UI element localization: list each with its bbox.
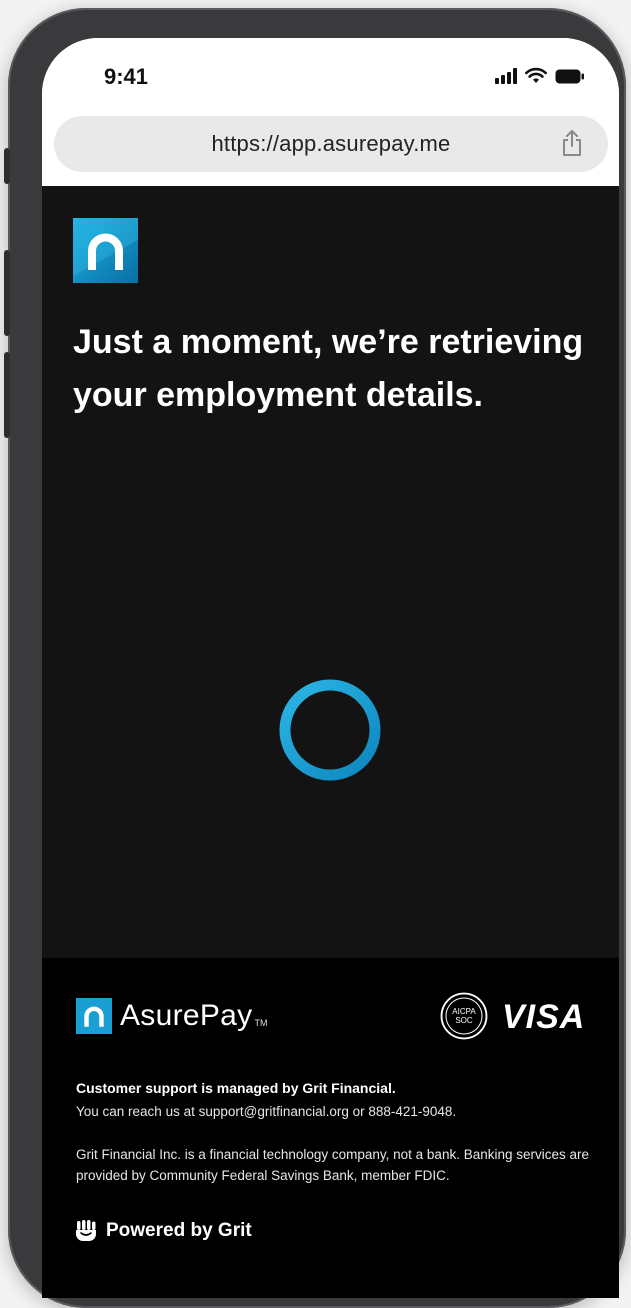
phone-action-button (4, 148, 10, 184)
battery-icon (555, 69, 584, 84)
signal-icon (495, 68, 517, 84)
phone-frame: 9:41 https://app.asurepay.me Just a mome… (4, 8, 626, 1308)
aicpa-label: AICPA (452, 1007, 476, 1016)
loading-content: Just a moment, we’re retrieving your emp… (42, 186, 619, 958)
soc-label: SOC (455, 1016, 473, 1025)
phone-screen: 9:41 https://app.asurepay.me Just a mome… (42, 38, 619, 1298)
status-icons (495, 66, 585, 84)
powered-by-label: Powered by Grit (106, 1220, 252, 1241)
trademark-mark: TM (254, 1018, 268, 1028)
visa-logo: VISA (502, 998, 586, 1036)
status-bar: 9:41 (42, 38, 619, 110)
asurepay-logo-icon (73, 218, 138, 283)
support-title: Customer support is managed by Grit Fina… (76, 1080, 396, 1096)
page-headline: Just a moment, we’re retrieving your emp… (73, 323, 584, 414)
powered-by-grit: Powered by Grit (74, 1220, 252, 1242)
browser-url-bar[interactable]: https://app.asurepay.me (54, 116, 608, 172)
phone-volume-up-button (4, 250, 10, 336)
share-icon[interactable] (560, 129, 584, 157)
footer: AsurePay TM AICPA SOC VISA Customer supp… (42, 958, 619, 1298)
aicpa-soc-badge: AICPA SOC (440, 992, 488, 1040)
grit-hand-icon (76, 1220, 96, 1241)
support-contact[interactable]: You can reach us at support@gritfinancia… (76, 1104, 456, 1119)
wifi-icon (525, 67, 547, 83)
brand-name: AsurePay (120, 999, 253, 1032)
url-text[interactable]: https://app.asurepay.me (54, 131, 608, 157)
banking-disclaimer: Grit Financial Inc. is a financial techn… (76, 1147, 590, 1183)
loading-spinner-icon (279, 679, 381, 781)
asurepay-logo-icon (76, 998, 112, 1034)
status-time: 9:41 (104, 64, 149, 89)
asurepay-brand-logo: AsurePay TM (76, 998, 267, 1034)
phone-volume-down-button (4, 352, 10, 438)
